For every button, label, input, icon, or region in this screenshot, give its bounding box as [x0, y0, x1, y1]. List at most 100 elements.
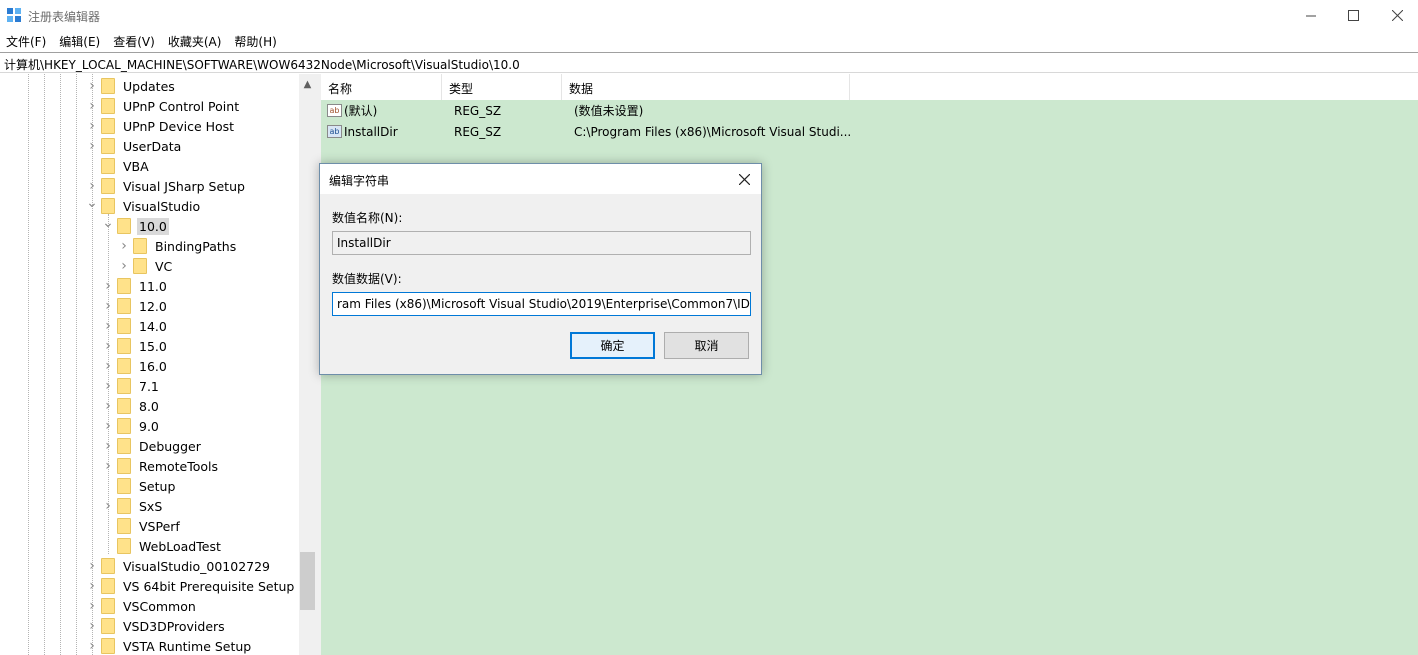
tree-item[interactable]: › Debugger	[102, 436, 203, 456]
value-name: (默认)	[344, 104, 378, 118]
folder-icon	[101, 158, 115, 174]
chevron-right-icon[interactable]: ›	[102, 296, 114, 316]
chevron-down-icon[interactable]: ⌄	[102, 213, 114, 233]
menu-view[interactable]: 查看(V)	[107, 31, 162, 51]
chevron-right-icon[interactable]: ›	[86, 96, 98, 116]
dialog-title-bar: 编辑字符串	[320, 164, 761, 194]
tree-item[interactable]: › 12.0	[102, 296, 169, 316]
chevron-right-icon[interactable]: ›	[86, 76, 98, 96]
tree-item[interactable]: › RemoteTools	[102, 456, 220, 476]
folder-icon	[101, 178, 115, 194]
chevron-right-icon[interactable]: ›	[102, 316, 114, 336]
menu-favorites[interactable]: 收藏夹(A)	[162, 31, 229, 51]
list-row[interactable]: ab InstallDir REG_SZ C:\Program Files (x…	[321, 121, 1418, 142]
value-name-field[interactable]: InstallDir	[332, 231, 751, 255]
tree-item[interactable]: › VSD3DProviders	[86, 616, 227, 636]
title-bar: 注册表编辑器	[0, 0, 1418, 31]
chevron-right-icon[interactable]: ›	[86, 636, 98, 655]
scroll-thumb[interactable]	[300, 552, 315, 610]
chevron-right-icon[interactable]: ›	[102, 496, 114, 516]
chevron-right-icon[interactable]: ›	[86, 576, 98, 596]
tree-item[interactable]: › VC	[118, 256, 174, 276]
scroll-up-icon[interactable]: ▲	[299, 76, 316, 93]
list-row[interactable]: ab (默认) REG_SZ (数值未设置)	[321, 100, 1418, 121]
folder-icon	[101, 98, 115, 114]
minimize-icon	[1306, 15, 1316, 16]
chevron-right-icon[interactable]: ›	[118, 236, 130, 256]
tree-item-label: VS 64bit Prerequisite Setup	[123, 578, 295, 594]
menu-help[interactable]: 帮助(H)	[228, 31, 283, 51]
chevron-down-icon[interactable]: ⌄	[86, 193, 98, 213]
folder-icon	[101, 618, 115, 634]
menu-file[interactable]: 文件(F)	[0, 31, 53, 51]
cancel-button[interactable]: 取消	[664, 332, 749, 359]
tree-item[interactable]: › Visual JSharp Setup	[86, 176, 247, 196]
tree-item[interactable]: › 14.0	[102, 316, 169, 336]
tree-item[interactable]: › UserData	[86, 136, 183, 156]
tree-item-label: BindingPaths	[155, 238, 237, 254]
chevron-right-icon[interactable]: ›	[86, 616, 98, 636]
maximize-button[interactable]	[1330, 0, 1376, 31]
tree-item[interactable]: › VS 64bit Prerequisite Setup	[86, 576, 296, 596]
tree-item[interactable]: › UPnP Device Host	[86, 116, 236, 136]
chevron-right-icon[interactable]: ›	[102, 356, 114, 376]
chevron-right-icon[interactable]: ›	[102, 436, 114, 456]
ok-button[interactable]: 确定	[570, 332, 655, 359]
tree-scrollbar[interactable]: ▲	[299, 74, 316, 655]
close-button[interactable]	[1374, 0, 1418, 31]
chevron-right-icon[interactable]: ›	[86, 136, 98, 156]
column-data[interactable]: 数据	[562, 74, 850, 100]
tree-item[interactable]: Setup	[102, 476, 177, 496]
tree-item[interactable]: › SxS	[102, 496, 164, 516]
chevron-right-icon[interactable]: ›	[118, 256, 130, 276]
tree-item-label: 11.0	[139, 278, 167, 294]
tree-item[interactable]: VSPerf	[102, 516, 182, 536]
tree-item[interactable]: ⌄ 10.0	[102, 213, 169, 236]
address-bar[interactable]: 计算机\HKEY_LOCAL_MACHINE\SOFTWARE\WOW6432N…	[0, 52, 1418, 73]
tree-item[interactable]: › UPnP Control Point	[86, 96, 241, 116]
chevron-right-icon[interactable]: ›	[86, 116, 98, 136]
tree-item-label: 12.0	[139, 298, 167, 314]
chevron-right-icon[interactable]: ›	[86, 596, 98, 616]
minimize-button[interactable]	[1288, 0, 1334, 31]
value-data-field[interactable]: ram Files (x86)\Microsoft Visual Studio\…	[332, 292, 751, 316]
tree-item[interactable]: › 8.0	[102, 396, 161, 416]
column-type[interactable]: 类型	[442, 74, 562, 100]
chevron-right-icon[interactable]: ›	[102, 416, 114, 436]
key-tree: › Updates › UPnP Control Point › UPnP Device …	[0, 74, 316, 655]
chevron-right-icon[interactable]: ›	[102, 276, 114, 296]
dialog-close-button[interactable]	[732, 168, 756, 190]
tree-item[interactable]: › VisualStudio_00102729	[86, 556, 272, 576]
folder-icon	[101, 598, 115, 614]
chevron-right-icon[interactable]: ›	[102, 376, 114, 396]
folder-icon	[117, 298, 131, 314]
tree-item[interactable]: › VSCommon	[86, 596, 198, 616]
folder-icon	[101, 578, 115, 594]
tree-item[interactable]: WebLoadTest	[102, 536, 223, 556]
value-data: C:\Program Files (x86)\Microsoft Visual …	[574, 124, 852, 139]
chevron-right-icon[interactable]: ›	[102, 336, 114, 356]
tree-item-label: Setup	[139, 478, 176, 494]
column-name[interactable]: 名称	[321, 74, 442, 100]
folder-icon	[101, 198, 115, 214]
tree-item[interactable]: › 16.0	[102, 356, 169, 376]
tree-item[interactable]: › 15.0	[102, 336, 169, 356]
tree-item[interactable]: › 7.1	[102, 376, 161, 396]
tree-item[interactable]: › VSTA Runtime Setup	[86, 636, 253, 655]
tree-item[interactable]: › 9.0	[102, 416, 161, 436]
tree-item-label: Debugger	[139, 438, 201, 454]
menu-edit[interactable]: 编辑(E)	[53, 31, 107, 51]
chevron-right-icon[interactable]: ›	[102, 396, 114, 416]
tree-item[interactable]: › Updates	[86, 76, 177, 96]
folder-icon	[101, 558, 115, 574]
chevron-right-icon[interactable]: ›	[102, 456, 114, 476]
tree-item-label: VisualStudio	[123, 198, 201, 214]
tree-item[interactable]: › BindingPaths	[118, 236, 238, 256]
tree-item-label: 15.0	[139, 338, 167, 354]
tree-item[interactable]: › 11.0	[102, 276, 169, 296]
tree-item[interactable]: VBA	[86, 156, 151, 176]
folder-icon	[101, 118, 115, 134]
folder-icon	[117, 318, 131, 334]
chevron-right-icon[interactable]: ›	[86, 556, 98, 576]
